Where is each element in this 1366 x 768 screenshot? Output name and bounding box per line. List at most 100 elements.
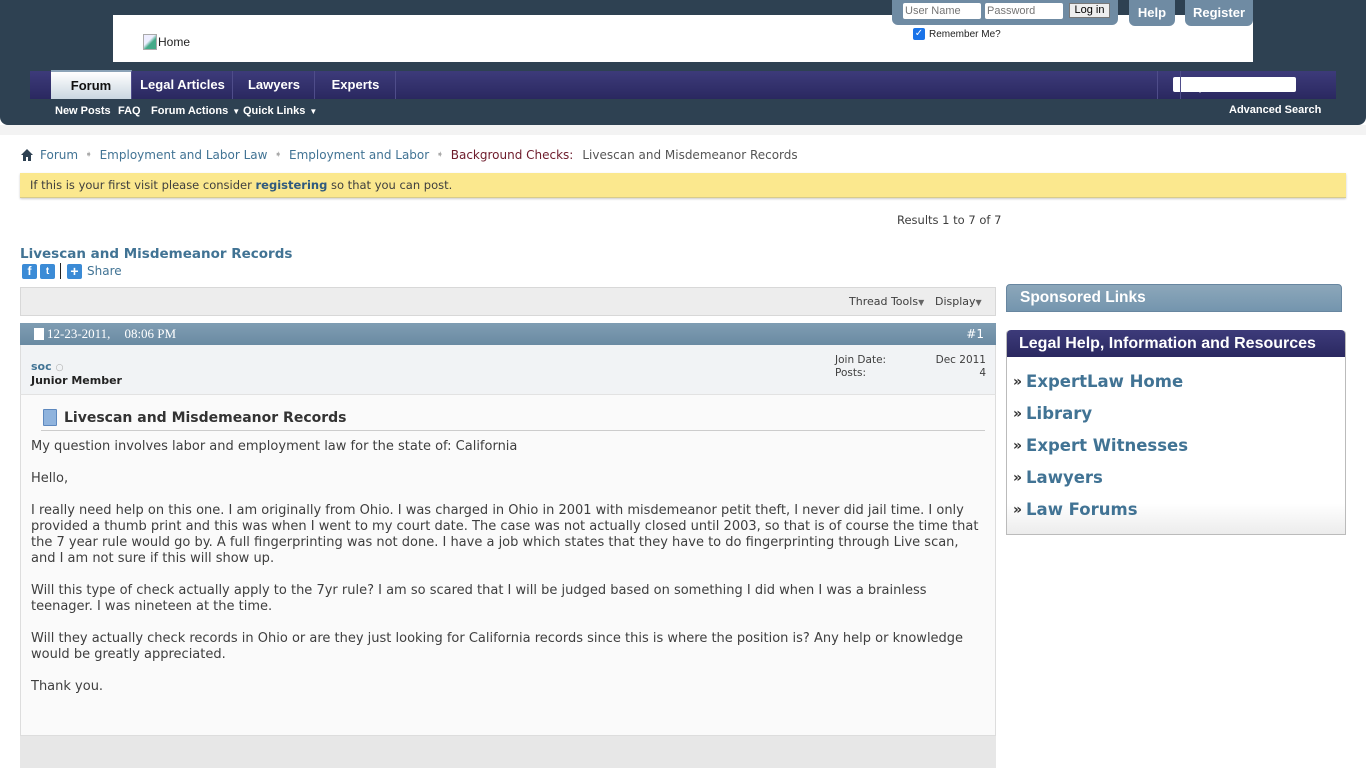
home-logo-link[interactable]: Home — [143, 34, 190, 50]
resource-link-library[interactable]: » Library — [1013, 404, 1345, 436]
broken-image-icon — [143, 34, 157, 50]
post-paragraph: I really need help on this one. I am ori… — [31, 503, 979, 566]
raquo-icon: » — [1013, 406, 1023, 422]
breadcrumb-forum[interactable]: Forum — [40, 148, 78, 162]
resource-link-expertlaw-home[interactable]: » ExpertLaw Home — [1013, 372, 1345, 404]
sponsored-links-header: Sponsored Links — [1006, 284, 1342, 312]
password-input[interactable] — [985, 3, 1063, 19]
notice-text-before: If this is your first visit please consi… — [30, 178, 256, 192]
caret-down-icon: ▼ — [918, 298, 925, 307]
subnav-new-posts-label: New Posts — [55, 105, 111, 117]
post-user-info: soc ○ Junior Member Join Date: Dec 2011 Po… — [20, 345, 996, 395]
thread-tools-bar: Thread Tools▼ Display▼ — [20, 287, 996, 316]
remember-me-label: Remember Me? — [929, 28, 1001, 40]
subnav-quick-links[interactable]: Quick Links ▼ — [243, 105, 317, 117]
post-time: 08:06 PM — [124, 326, 177, 341]
login-button[interactable]: Log in — [1069, 3, 1110, 18]
subnav-faq[interactable]: FAQ — [118, 105, 141, 117]
subnav-forum-actions-label: Forum Actions — [151, 105, 229, 117]
post-datetime: 12-23-2011, 08:06 PM — [34, 323, 176, 345]
breadcrumb-employment-labor[interactable]: Employment and Labor — [289, 148, 429, 162]
post-number-link[interactable]: #1 — [966, 323, 984, 345]
document-icon — [43, 409, 57, 426]
caret-down-icon: ▼ — [309, 106, 318, 116]
post-footer — [20, 735, 996, 768]
tab-forum[interactable]: Forum — [51, 70, 132, 99]
display-dropdown[interactable]: Display▼ — [935, 295, 982, 308]
post-paragraph: Thank you. — [31, 679, 104, 694]
post-body: Livescan and Misdemeanor Records My ques… — [20, 395, 996, 735]
help-button[interactable]: Help — [1129, 0, 1175, 26]
caret-down-icon: ▼ — [975, 298, 982, 307]
username-input[interactable] — [903, 3, 981, 19]
home-icon[interactable] — [20, 148, 34, 162]
tab-lawyers[interactable]: Lawyers — [234, 71, 315, 99]
subnav-quick-links-label: Quick Links — [243, 105, 306, 117]
post-date: 12-23-2011, — [47, 326, 111, 341]
raquo-icon: » — [1013, 502, 1023, 518]
notice-text-after: so that you can post. — [327, 178, 453, 192]
raquo-icon: » — [1013, 374, 1023, 390]
post-title: Livescan and Misdemeanor Records — [41, 409, 985, 431]
breadcrumb-current-prefix: Background Checks: — [450, 148, 574, 162]
post-paragraph: Will they actually check records in Ohio… — [31, 631, 964, 662]
thread-title[interactable]: Livescan and Misdemeanor Records — [20, 246, 292, 262]
posts-label: Posts: — [835, 367, 866, 379]
join-date-value: Dec 2011 — [935, 354, 986, 366]
register-button[interactable]: Register — [1185, 0, 1253, 26]
resource-link-label: Expert Witnesses — [1026, 436, 1189, 455]
post-message: My question involves labor and employmen… — [31, 439, 986, 711]
resource-link-expert-witnesses[interactable]: » Expert Witnesses — [1013, 436, 1345, 468]
resource-link-lawyers[interactable]: » Lawyers — [1013, 468, 1345, 500]
breadcrumb-separator-icon: ➧ — [274, 150, 282, 160]
breadcrumb-current: Livescan and Misdemeanor Records — [582, 148, 798, 162]
facebook-icon[interactable]: f — [22, 263, 37, 279]
breadcrumb-employment-labor-law[interactable]: Employment and Labor Law — [100, 148, 268, 162]
join-date-label: Join Date: — [835, 354, 887, 366]
share-plus-icon[interactable]: + — [67, 263, 82, 279]
username-link[interactable]: soc ○ — [31, 360, 63, 373]
page-background — [0, 125, 1366, 135]
subnav-new-posts[interactable]: New Posts — [55, 105, 111, 117]
raquo-icon: » — [1013, 470, 1023, 486]
resource-link-label: Lawyers — [1026, 468, 1103, 487]
search-button[interactable] — [1180, 71, 1206, 99]
legal-resources-box: Legal Help, Information and Resources » E… — [1006, 330, 1346, 535]
thread-tools-dropdown[interactable]: Thread Tools▼ — [849, 295, 924, 308]
tab-experts[interactable]: Experts — [316, 71, 396, 99]
legal-resources-list: » ExpertLaw Home » Library » Expert Witness… — [1007, 357, 1345, 532]
thread-tools-label: Thread Tools — [849, 295, 919, 308]
search-icon — [1187, 78, 1202, 93]
breadcrumb-separator-icon: ➧ — [436, 150, 444, 160]
share-divider — [60, 263, 61, 279]
subnav-forum-actions[interactable]: Forum Actions ▼ — [151, 105, 240, 117]
post-paragraph: My question involves labor and employmen… — [31, 439, 518, 454]
post-paragraph: Will this type of check actually apply t… — [31, 583, 927, 614]
username-text: soc — [31, 360, 52, 373]
post-icon — [34, 328, 44, 340]
resource-link-label: Library — [1026, 404, 1093, 423]
social-share-bar: f t + Share — [22, 263, 122, 279]
tab-legal-articles[interactable]: Legal Articles — [133, 71, 233, 99]
login-form: Log in — [892, 0, 1118, 25]
breadcrumb: Forum ➧ Employment and Labor Law ➧ Emplo… — [20, 148, 798, 162]
post-paragraph: Hello, — [31, 471, 69, 486]
legal-resources-title: Legal Help, Information and Resources — [1007, 330, 1345, 357]
twitter-icon[interactable]: t — [40, 263, 55, 279]
post-title-text: Livescan and Misdemeanor Records — [64, 409, 347, 426]
subnav-faq-label: FAQ — [118, 105, 141, 117]
advanced-search-link[interactable]: Advanced Search — [1229, 104, 1321, 116]
breadcrumb-separator-icon: ➧ — [85, 150, 93, 160]
first-visit-notice: If this is your first visit please consi… — [20, 173, 1346, 198]
registering-link[interactable]: registering — [256, 178, 328, 192]
share-label[interactable]: Share — [87, 264, 122, 278]
offline-status-icon: ○ — [55, 363, 64, 373]
results-count: Results 1 to 7 of 7 — [897, 213, 1002, 227]
raquo-icon: » — [1013, 438, 1023, 454]
resource-link-law-forums[interactable]: » Law Forums — [1013, 500, 1345, 532]
logo-alt-text: Home — [158, 35, 191, 49]
remember-me-checkbox[interactable]: ✓ Remember Me? — [913, 28, 1001, 40]
checkmark-icon: ✓ — [913, 28, 925, 40]
caret-down-icon: ▼ — [232, 106, 241, 116]
posts-value: 4 — [979, 367, 986, 379]
